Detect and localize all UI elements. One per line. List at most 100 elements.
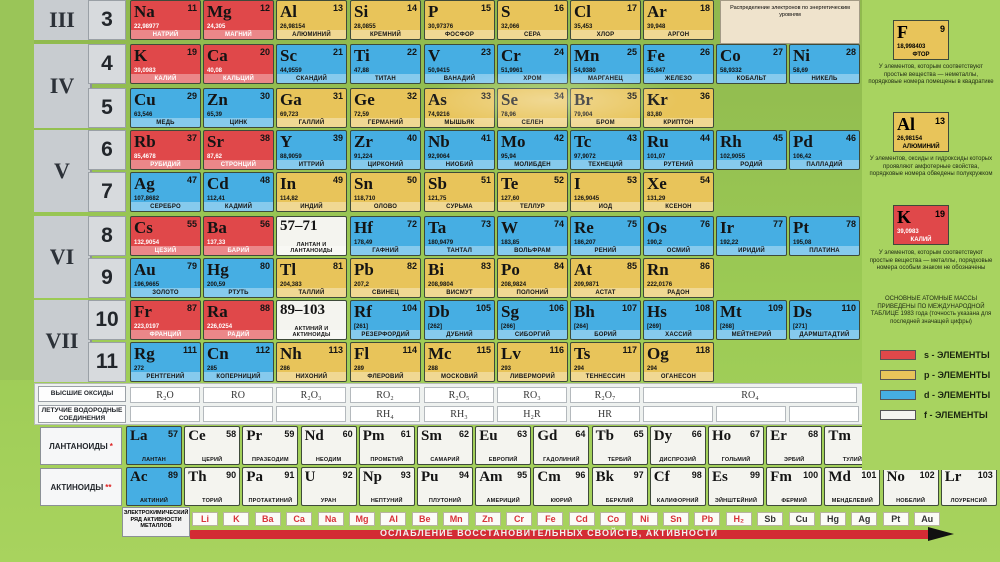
- element-cell[interactable]: Sc 21 44,9559 СКАНДИЙ: [276, 44, 347, 84]
- lanthanoids-cell[interactable]: Ce 58 ЦЕРИЙ: [184, 426, 241, 465]
- lanthanoids-cell[interactable]: Pm 61 ПРОМЕТИЙ: [358, 426, 415, 465]
- element-cell[interactable]: Pb 82 207,2 СВИНЕЦ: [350, 258, 421, 298]
- element-cell[interactable]: Tc 43 97,9072 ТЕХНЕЦИЙ: [570, 130, 641, 170]
- element-cell[interactable]: Lv 116 293 ЛИВЕРМОРИЙ: [497, 342, 568, 382]
- element-cell[interactable]: Cn 112 285 КОПЕРНИЦИЙ: [203, 342, 274, 382]
- actinoids-cell[interactable]: Am 95 АМЕРИЦИЙ: [475, 467, 532, 506]
- element-cell[interactable]: 57–71 ЛАНТАН И ЛАНТАНОИДЫ: [276, 216, 347, 256]
- element-cell[interactable]: Al 13 26,98154 АЛЮМИНИЙ: [276, 0, 347, 40]
- element-cell[interactable]: Bi 83 208,9804 ВИСМУТ: [424, 258, 495, 298]
- element-cell[interactable]: Co 27 58,9332 КОБАЛЬТ: [716, 44, 787, 84]
- element-cell[interactable]: Ru 44 101,07 РУТЕНИЙ: [643, 130, 714, 170]
- element-cell[interactable]: Bh 107 [264] БОРИЙ: [570, 300, 641, 340]
- element-cell[interactable]: Ta 73 180,9479 ТАНТАЛ: [424, 216, 495, 256]
- element-cell[interactable]: Rn 86 222,0176 РАДОН: [643, 258, 714, 298]
- element-cell[interactable]: Tl 81 204,383 ТАЛЛИЙ: [276, 258, 347, 298]
- element-cell[interactable]: Pt 78 195,08 ПЛАТИНА: [789, 216, 860, 256]
- element-cell[interactable]: Rg 111 272 РЕНТГЕНИЙ: [130, 342, 201, 382]
- element-cell[interactable]: Ag 47 107,8682 СЕРЕБРО: [130, 172, 201, 212]
- lanthanoids-cell[interactable]: La 57 ЛАНТАН: [126, 426, 182, 465]
- element-cell[interactable]: Ir 77 192,22 ИРИДИЙ: [716, 216, 787, 256]
- element-cell[interactable]: Os 76 190,2 ОСМИЙ: [643, 216, 714, 256]
- element-cell[interactable]: Br 35 79,904 БРОМ: [570, 88, 641, 128]
- element-cell[interactable]: Zr 40 91,224 ЦИРКОНИЙ: [350, 130, 421, 170]
- element-cell[interactable]: Po 84 208,9824 ПОЛОНИЙ: [497, 258, 568, 298]
- element-cell[interactable]: Ca 20 40,08 КАЛЬЦИЙ: [203, 44, 274, 84]
- element-cell[interactable]: Sb 51 121,75 СУРЬМА: [424, 172, 495, 212]
- actinoids-cell[interactable]: Es 99 ЭЙНШТЕЙНИЙ: [708, 467, 764, 506]
- element-cell[interactable]: 89–103 АКТИНИЙ И АКТИНОИДЫ: [276, 300, 347, 340]
- element-cell[interactable]: Pd 46 106,42 ПАЛЛАДИЙ: [789, 130, 860, 170]
- element-cell[interactable]: Rf 104 [261] РЕЗЕРФОРДИЙ: [350, 300, 421, 340]
- element-cell[interactable]: Sr 38 87,62 СТРОНЦИЙ: [203, 130, 274, 170]
- element-cell[interactable]: Rh 45 102,9055 РОДИЙ: [716, 130, 787, 170]
- actinoids-cell[interactable]: Md 101 МЕНДЕЛЕВИЙ: [824, 467, 881, 506]
- lanthanoids-cell[interactable]: Er 68 ЭРБИЙ: [766, 426, 823, 465]
- lanthanoids-cell[interactable]: Pr 59 ПРАЗЕОДИМ: [242, 426, 299, 465]
- actinoids-cell[interactable]: No 102 НОБЕЛИЙ: [882, 467, 939, 506]
- element-cell[interactable]: P 15 30,97376 ФОСФОР: [424, 0, 495, 40]
- actinoids-cell[interactable]: Th 90 ТОРИЙ: [184, 467, 241, 506]
- lanthanoids-cell[interactable]: Tb 65 ТЕРБИЙ: [591, 426, 648, 465]
- element-cell[interactable]: K 19 39,0983 КАЛИЙ: [130, 44, 201, 84]
- actinoids-cell[interactable]: Lr 103 ЛОУРЕНСИЙ: [940, 467, 997, 506]
- element-cell[interactable]: Fr 87 223,0197 ФРАНЦИЙ: [130, 300, 201, 340]
- element-cell[interactable]: Zn 30 65,39 ЦИНК: [203, 88, 274, 128]
- element-cell[interactable]: Y 39 88,9059 ИТТРИЙ: [276, 130, 347, 170]
- actinoids-cell[interactable]: U 92 УРАН: [300, 467, 357, 506]
- element-cell[interactable]: Hg 80 200,59 РТУТЬ: [203, 258, 274, 298]
- element-cell[interactable]: V 23 50,9415 ВАНАДИЙ: [424, 44, 495, 84]
- element-cell[interactable]: Fl 114 289 ФЛЕРОВИЙ: [350, 342, 421, 382]
- element-cell[interactable]: Mo 42 95,94 МОЛИБДЕН: [497, 130, 568, 170]
- element-cell[interactable]: Nh 113 286 НИХОНИЙ: [276, 342, 347, 382]
- element-cell[interactable]: Rb 37 85,4678 РУБИДИЙ: [130, 130, 201, 170]
- element-cell[interactable]: S 16 32,066 СЕРА: [497, 0, 568, 40]
- actinoids-cell[interactable]: Cf 98 КАЛИФОРНИЙ: [649, 467, 706, 506]
- element-cell[interactable]: Ni 28 58,69 НИКЕЛЬ: [789, 44, 860, 84]
- actinoids-cell[interactable]: Np 93 НЕПТУНИЙ: [358, 467, 415, 506]
- actinoids-cell[interactable]: Bk 97 БЕРКЛИЙ: [591, 467, 648, 506]
- element-cell[interactable]: Si 14 28,0855 КРЕМНИЙ: [350, 0, 421, 40]
- actinoids-cell[interactable]: Ac 89 АКТИНИЙ: [126, 467, 182, 506]
- element-cell[interactable]: Og 118 294 ОГАНЕСОН: [643, 342, 714, 382]
- element-cell[interactable]: W 74 183,85 ВОЛЬФРАМ: [497, 216, 568, 256]
- element-cell[interactable]: Cd 48 112,41 КАДМИЙ: [203, 172, 274, 212]
- element-cell[interactable]: Mc 115 288 МОСКОВИЙ: [424, 342, 495, 382]
- element-cell[interactable]: Hs 108 [269] ХАССИЙ: [643, 300, 714, 340]
- lanthanoids-cell[interactable]: Nd 60 НЕОДИМ: [300, 426, 357, 465]
- element-cell[interactable]: Se 34 78,96 СЕЛЕН: [497, 88, 568, 128]
- element-cell[interactable]: Cr 24 51,9961 ХРОМ: [497, 44, 568, 84]
- element-cell[interactable]: Cl 17 35,453 ХЛОР: [570, 0, 641, 40]
- actinoids-cell[interactable]: Cm 96 КЮРИЙ: [533, 467, 590, 506]
- element-cell[interactable]: Ds 110 [271] ДАРМШТАДТИЙ: [789, 300, 860, 340]
- element-cell[interactable]: Hf 72 178,49 ГАФНИЙ: [350, 216, 421, 256]
- element-cell[interactable]: Na 11 22,98977 НАТРИЙ: [130, 0, 201, 40]
- actinoids-cell[interactable]: Fm 100 ФЕРМИЙ: [766, 467, 823, 506]
- element-cell[interactable]: Mt 109 [268] МЕЙТНЕРИЙ: [716, 300, 787, 340]
- element-cell[interactable]: Ba 56 137,33 БАРИЙ: [203, 216, 274, 256]
- element-cell[interactable]: Ar 18 39,948 АРГОН: [643, 0, 714, 40]
- element-cell[interactable]: Sn 50 118,710 ОЛОВО: [350, 172, 421, 212]
- element-cell[interactable]: Cs 55 132,9054 ЦЕЗИЙ: [130, 216, 201, 256]
- element-cell[interactable]: Xe 54 131,29 КСЕНОН: [643, 172, 714, 212]
- element-cell[interactable]: Ti 22 47,88 ТИТАН: [350, 44, 421, 84]
- lanthanoids-cell[interactable]: Eu 63 ЕВРОПИЙ: [475, 426, 532, 465]
- element-cell[interactable]: Au 79 196,9665 ЗОЛОТО: [130, 258, 201, 298]
- element-cell[interactable]: Te 52 127,60 ТЕЛЛУР: [497, 172, 568, 212]
- lanthanoids-cell[interactable]: Ho 67 ГОЛЬМИЙ: [708, 426, 764, 465]
- element-cell[interactable]: Sg 106 [266] СИБОРГИЙ: [497, 300, 568, 340]
- element-cell[interactable]: Mn 25 54,9380 МАРГАНЕЦ: [570, 44, 641, 84]
- element-cell[interactable]: Re 75 186,207 РЕНИЙ: [570, 216, 641, 256]
- element-cell[interactable]: Ge 32 72,59 ГЕРМАНИЙ: [350, 88, 421, 128]
- element-cell[interactable]: Ra 88 226,0254 РАДИЙ: [203, 300, 274, 340]
- actinoids-cell[interactable]: Pa 91 ПРОТАКТИНИЙ: [242, 467, 299, 506]
- element-cell[interactable]: At 85 209,9871 АСТАТ: [570, 258, 641, 298]
- element-cell[interactable]: Kr 36 83,80 КРИПТОН: [643, 88, 714, 128]
- element-cell[interactable]: I 53 126,9045 ИОД: [570, 172, 641, 212]
- element-cell[interactable]: Mg 12 24,305 МАГНИЙ: [203, 0, 274, 40]
- element-cell[interactable]: Ts 117 294 ТЕННЕССИН: [570, 342, 641, 382]
- lanthanoids-cell[interactable]: Sm 62 САМАРИЙ: [417, 426, 473, 465]
- element-cell[interactable]: In 49 114,82 ИНДИЙ: [276, 172, 347, 212]
- lanthanoids-cell[interactable]: Dy 66 ДИСПРОЗИЙ: [649, 426, 706, 465]
- element-cell[interactable]: Ga 31 69,723 ГАЛЛИЙ: [276, 88, 347, 128]
